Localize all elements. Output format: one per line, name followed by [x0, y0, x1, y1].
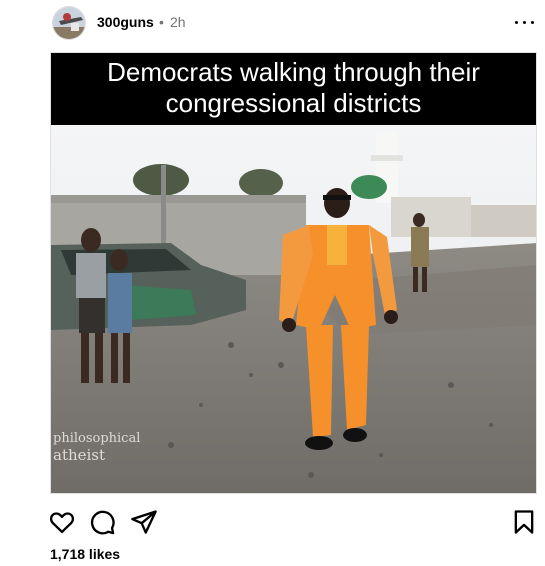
- send-icon[interactable]: [130, 508, 158, 536]
- avatar[interactable]: [52, 6, 86, 40]
- image-caption-line-1: Democrats walking through their: [107, 57, 480, 87]
- separator-dot: •: [159, 14, 164, 30]
- comment-icon[interactable]: [88, 508, 116, 536]
- image-caption: Democrats walking through their congress…: [51, 53, 536, 125]
- post-image[interactable]: Democrats walking through their congress…: [50, 52, 537, 494]
- image-caption-line-2: congressional districts: [165, 88, 422, 118]
- post-header: 300guns • 2h: [0, 0, 545, 48]
- more-options-icon[interactable]: [512, 12, 538, 32]
- watermark-line-2: atheist: [53, 446, 106, 464]
- watermark: philosophical atheist: [53, 431, 140, 463]
- likes-count[interactable]: 1,718 likes: [50, 546, 120, 562]
- watermark-line-1: philosophical: [53, 431, 141, 446]
- bookmark-icon[interactable]: [510, 508, 538, 536]
- post-time[interactable]: 2h: [170, 14, 186, 30]
- heart-icon[interactable]: [48, 508, 76, 536]
- post-actions: [0, 500, 545, 540]
- username[interactable]: 300guns: [97, 14, 154, 30]
